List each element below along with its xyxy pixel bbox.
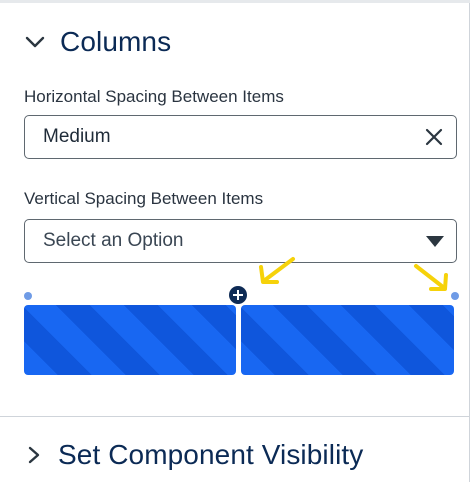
columns-section-header[interactable]: Columns [24,25,171,59]
annotation-arrow-icon [414,264,448,291]
top-divider [0,0,470,3]
resize-handle-right[interactable] [451,292,459,300]
vertical-spacing-placeholder: Select an Option [43,230,184,251]
caret-down-icon[interactable] [426,236,444,247]
annotation-arrow-icon [259,257,295,284]
resize-handle-left[interactable] [24,292,32,300]
settings-panel: Columns Horizontal Spacing Between Items… [0,0,470,482]
visibility-section-header[interactable]: Set Component Visibility [24,437,363,473]
column-block-1[interactable] [24,305,236,375]
columns-section-title: Columns [60,26,172,57]
vertical-spacing-label: Vertical Spacing Between Items [24,189,264,208]
visibility-section-title: Set Component Visibility [58,439,364,470]
chevron-down-icon [25,36,45,48]
plus-circle-icon[interactable] [229,286,247,304]
section-divider [0,416,470,417]
column-block-2[interactable] [241,305,454,375]
close-icon[interactable] [424,127,444,147]
horizontal-spacing-select[interactable]: Medium [24,115,457,159]
horizontal-spacing-label: Horizontal Spacing Between Items [24,87,284,106]
vertical-spacing-select[interactable]: Select an Option [24,219,457,263]
chevron-right-icon [28,446,40,464]
horizontal-spacing-value: Medium [43,126,111,147]
